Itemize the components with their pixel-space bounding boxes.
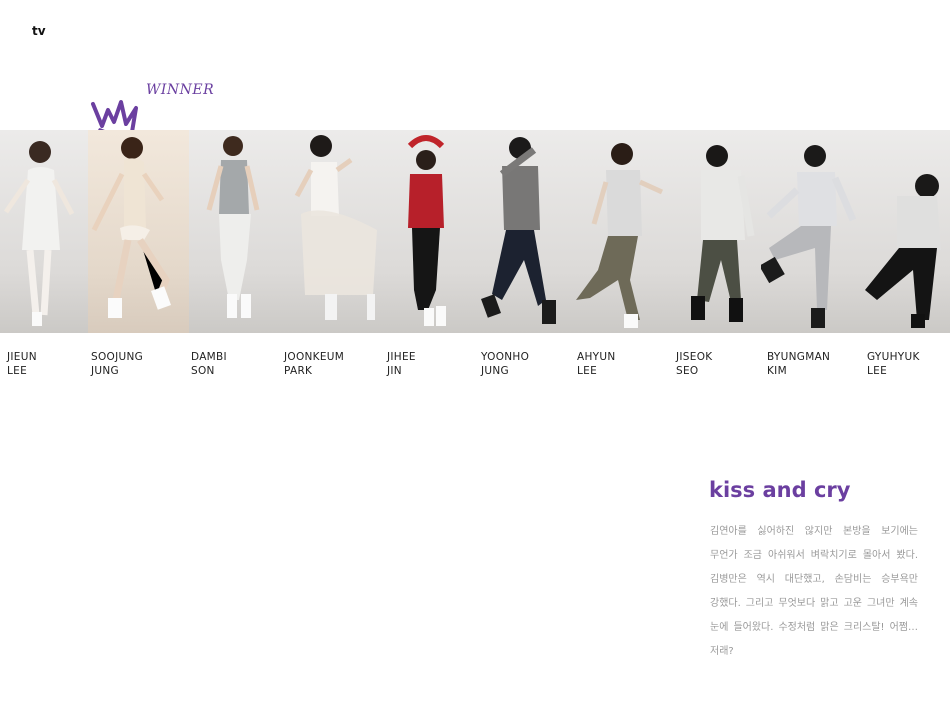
skater-names: JIEUN LEE SOOJUNG JUNG DAMBI SON JOONKEUM PA…	[0, 350, 950, 380]
skater-name: YOONHO JUNG	[481, 351, 530, 377]
skater-name: BYUNGMAN KIM	[767, 351, 831, 377]
skater-photo-strip	[0, 130, 950, 333]
article-line: 김연아를 싫어하진 않지만 본방을 보기에는	[710, 526, 918, 537]
article-line: 무언가 조금 아쉬워서 벼락치기로 몰아서 봤다.	[710, 550, 918, 561]
skater-name: JIHEE JIN	[387, 351, 416, 377]
winner-label: WINNER	[146, 82, 215, 98]
skater-name: GYUHYUK LEE	[867, 351, 920, 377]
tv-label[interactable]: tv	[32, 24, 46, 38]
skater-name: AHYUN LEE	[577, 351, 616, 377]
article-line: 김병만은 역시 대단했고, 손담비는 승부욕만	[710, 574, 918, 585]
skater-photo[interactable]	[568, 130, 667, 333]
skater-photo[interactable]	[189, 130, 281, 333]
skater-name: JOONKEUM PARK	[284, 351, 345, 377]
skater-photo[interactable]	[474, 130, 568, 333]
article-line: 눈에 들어왔다. 수정처럼 맑은 크리스탈! 어쩜…	[710, 622, 918, 633]
article-line: 강했다. 그리고 무엇보다 맑고 고운 그녀만 계속	[710, 598, 918, 609]
skater-photo[interactable]	[761, 130, 857, 333]
skater-photo[interactable]	[378, 130, 474, 333]
skater-name: SOOJUNG JUNG	[91, 351, 144, 377]
skater-photo[interactable]	[88, 130, 189, 333]
skater-photo[interactable]	[857, 130, 950, 333]
article-body: 김연아를 싫어하진 않지만 본방을 보기에는 무언가 조금 아쉬워서 벼락치기로…	[710, 520, 918, 664]
skater-photo[interactable]	[667, 130, 761, 333]
skater-name: DAMBI SON	[191, 351, 227, 377]
skater-photo[interactable]	[281, 130, 378, 333]
article-title: kiss and cry	[709, 478, 851, 502]
skater-name: JISEOK SEO	[676, 351, 713, 377]
skater-name: JIEUN LEE	[7, 351, 37, 377]
article-line: 저래?	[710, 646, 734, 657]
skater-photo[interactable]	[0, 130, 88, 333]
